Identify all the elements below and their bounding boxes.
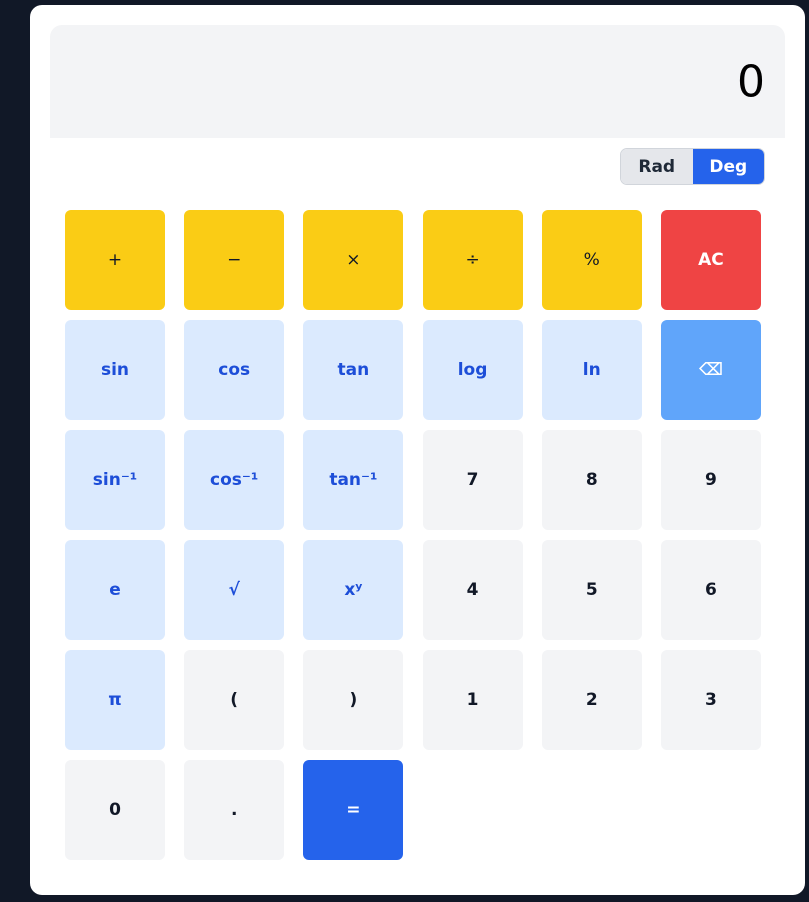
deg-mode-button[interactable]: Deg bbox=[692, 149, 764, 184]
tan-button[interactable]: tan bbox=[303, 320, 404, 420]
keypad: + − × ÷ % AC sin cos tan log ln ⌫ sin⁻¹ … bbox=[65, 210, 761, 860]
close-paren-button[interactable]: ) bbox=[303, 650, 404, 750]
angle-mode-toggle: Rad Deg bbox=[620, 148, 765, 185]
digit-3-button[interactable]: 3 bbox=[660, 650, 761, 750]
calculator-card: 0 Rad Deg + − × ÷ % AC sin cos tan log l… bbox=[30, 5, 805, 895]
display-value: 0 bbox=[737, 56, 765, 107]
calculator-display: 0 bbox=[50, 25, 785, 138]
digit-0-button[interactable]: 0 bbox=[65, 760, 165, 860]
asin-button[interactable]: sin⁻¹ bbox=[65, 430, 165, 530]
backspace-icon: ⌫ bbox=[698, 360, 723, 380]
subtract-button[interactable]: − bbox=[184, 210, 285, 310]
backspace-button[interactable]: ⌫ bbox=[660, 320, 761, 420]
euler-e-button[interactable]: e bbox=[65, 540, 165, 640]
pi-button[interactable]: π bbox=[65, 650, 165, 750]
acos-button[interactable]: cos⁻¹ bbox=[184, 430, 285, 530]
digit-5-button[interactable]: 5 bbox=[541, 540, 642, 640]
ln-button[interactable]: ln bbox=[541, 320, 642, 420]
decimal-button[interactable]: . bbox=[184, 760, 285, 860]
power-button[interactable]: xʸ bbox=[303, 540, 404, 640]
digit-1-button[interactable]: 1 bbox=[422, 650, 523, 750]
digit-9-button[interactable]: 9 bbox=[660, 430, 761, 530]
atan-button[interactable]: tan⁻¹ bbox=[303, 430, 404, 530]
sin-button[interactable]: sin bbox=[65, 320, 165, 420]
digit-7-button[interactable]: 7 bbox=[422, 430, 523, 530]
digit-2-button[interactable]: 2 bbox=[541, 650, 642, 750]
cos-button[interactable]: cos bbox=[184, 320, 285, 420]
divide-button[interactable]: ÷ bbox=[422, 210, 523, 310]
open-paren-button[interactable]: ( bbox=[184, 650, 285, 750]
percent-button[interactable]: % bbox=[541, 210, 642, 310]
sqrt-button[interactable]: √ bbox=[184, 540, 285, 640]
add-button[interactable]: + bbox=[65, 210, 165, 310]
equals-button[interactable]: = bbox=[303, 760, 404, 860]
multiply-button[interactable]: × bbox=[303, 210, 404, 310]
digit-8-button[interactable]: 8 bbox=[541, 430, 642, 530]
rad-mode-button[interactable]: Rad bbox=[621, 149, 693, 184]
log-button[interactable]: log bbox=[422, 320, 523, 420]
digit-6-button[interactable]: 6 bbox=[660, 540, 761, 640]
all-clear-button[interactable]: AC bbox=[660, 210, 761, 310]
digit-4-button[interactable]: 4 bbox=[422, 540, 523, 640]
